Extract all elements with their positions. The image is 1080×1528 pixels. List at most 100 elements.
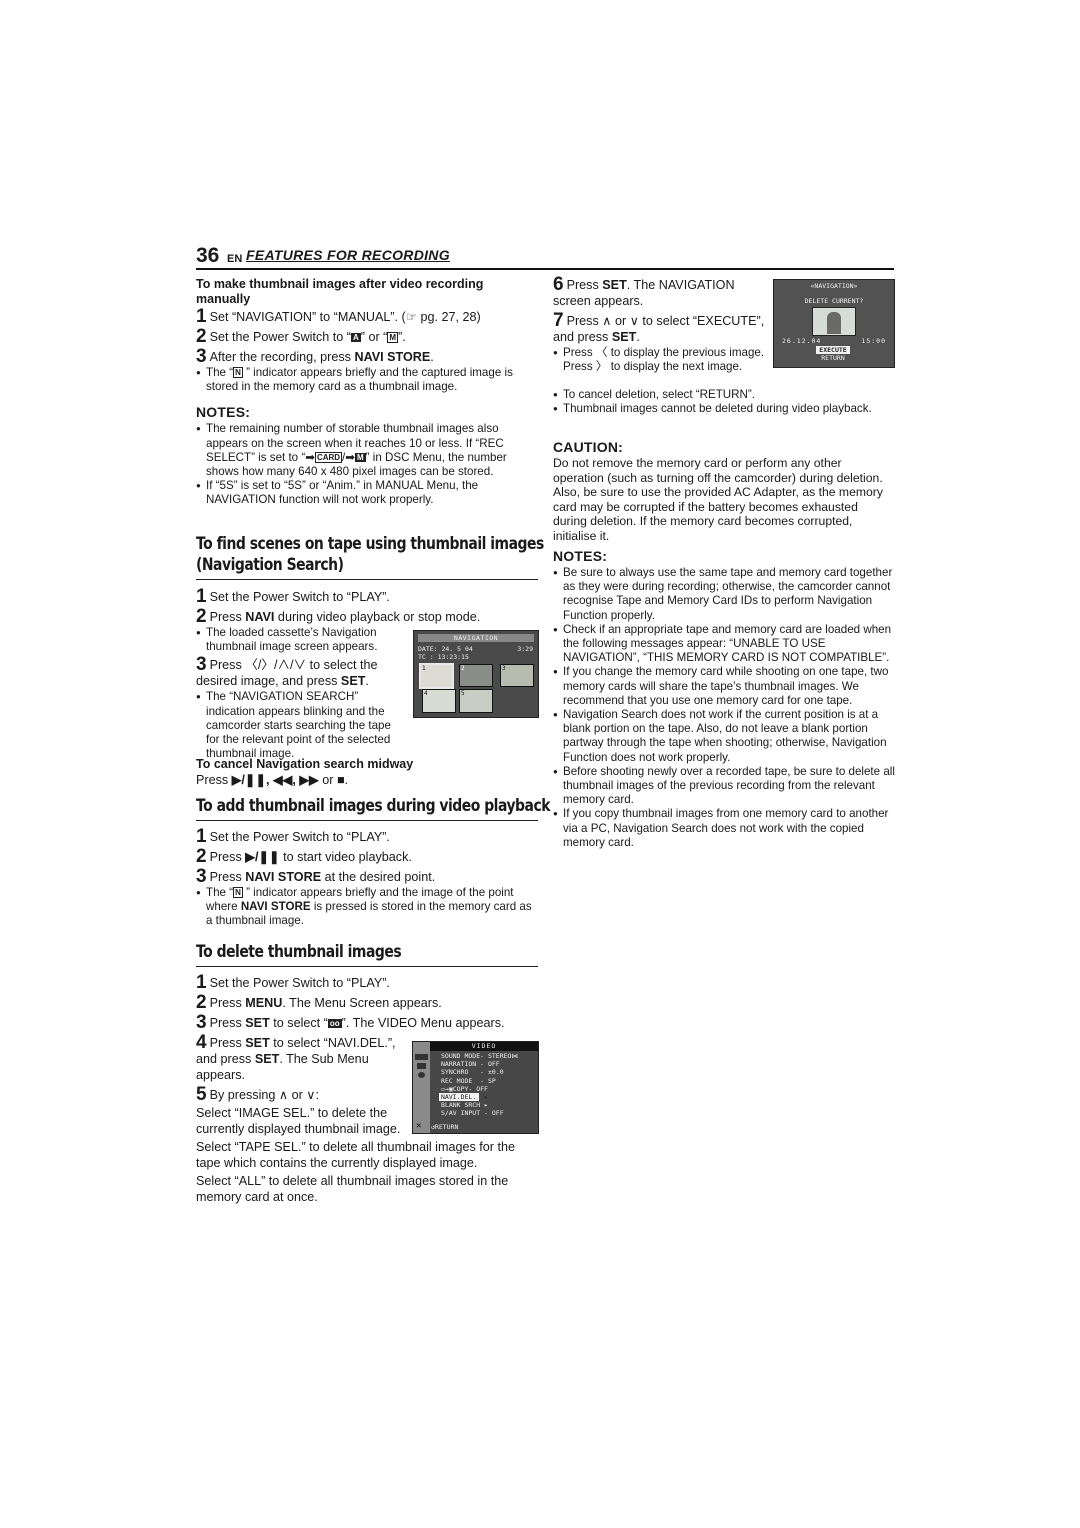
execute-option[interactable]: EXECUTE xyxy=(816,346,850,354)
note-item: Be sure to always use the same tape and … xyxy=(553,566,895,623)
step-2: 2 Press MENU. The Menu Screen appears. xyxy=(196,992,442,1013)
language-code: EN xyxy=(227,253,243,265)
step-1: 1 Set the Power Switch to “PLAY”. xyxy=(196,826,390,847)
memory-icon: M xyxy=(355,452,366,462)
note-item: Navigation Search does not work if the c… xyxy=(553,708,895,765)
menu-item[interactable]: S/AV INPUT - OFF xyxy=(441,1109,538,1117)
notes-heading: NOTES: xyxy=(196,404,251,421)
delete-thumbnail-heading: To delete thumbnail images xyxy=(196,942,402,962)
reference-hand-icon: ☞ xyxy=(405,310,418,324)
return-option[interactable]: ↺RETURN xyxy=(431,1123,458,1131)
step-3: 3 Press SET to select “oo”. The VIDEO Men… xyxy=(196,1012,505,1033)
menu-item[interactable]: ▭→▣COPY- OFF xyxy=(441,1085,538,1093)
direction-arrows-icon: 〈/〉/∧/∨ xyxy=(245,658,307,673)
step-3: 3 Press NAVI STORE at the desired point. xyxy=(196,866,436,887)
page-header: 36 EN FEATURES FOR RECORDING xyxy=(196,244,894,270)
divider xyxy=(196,966,538,967)
navi-store-icon: N xyxy=(233,887,243,898)
bullet-item: Thumbnail images cannot be deleted durin… xyxy=(553,402,895,416)
thumbnail-4[interactable]: 4 xyxy=(422,689,456,713)
tape-sel-instruction: Select “TAPE SEL.” to delete all thumbna… xyxy=(196,1140,515,1170)
menu-icon-strip xyxy=(413,1042,430,1133)
auto-mode-icon: A xyxy=(350,333,361,342)
step-2: 2 Set the Power Switch to “A” or “M”. xyxy=(196,326,406,347)
manual-mode-icon: M xyxy=(387,332,399,343)
caution-heading: CAUTION: xyxy=(553,439,624,455)
note-item: If you copy thumbnail images from one me… xyxy=(553,807,895,850)
bullet-item: The “N ” indicator appears briefly and t… xyxy=(196,366,538,394)
step-1: 1 Set the Power Switch to “PLAY”. xyxy=(196,972,390,993)
menu-list: SOUND MODE- STEREO⋈ NARRATION - OFF SYNC… xyxy=(439,1052,538,1118)
left-arrow-icon: 〈 xyxy=(595,346,608,359)
menu-item[interactable]: SYNCHRO - ±0.0 xyxy=(441,1068,538,1076)
navigation-screen-title: «NAVIGATION» xyxy=(810,282,858,290)
step-6: 6 Press SET. The NAVIGATION screen appear… xyxy=(553,274,735,308)
step-2: 2 Press ▶/❚❚ to start video playback. xyxy=(196,846,412,867)
section-title: FEATURES FOR RECORDING xyxy=(246,247,450,263)
menu-item[interactable]: BLANK SRCH ▸ xyxy=(441,1101,538,1109)
arrow-icon: ➡ xyxy=(345,450,355,464)
step-4: 4 Press SET to select “NAVI.DEL.”, and pr… xyxy=(196,1032,396,1082)
up-down-arrows-icon: ∧ or ∨ xyxy=(278,1088,316,1102)
date-readout: DATE: 24. 5 04 xyxy=(418,645,473,653)
all-instruction: Select “ALL” to delete all thumbnail ima… xyxy=(196,1174,509,1204)
menu-item[interactable]: REC MODE - SP xyxy=(441,1077,538,1085)
delete-steps-continued: 6 Press SET. The NAVIGATION screen appear… xyxy=(553,274,768,374)
delete-confirm-screen: «NAVIGATION» DELETE CURRENT? 26.12.04 15… xyxy=(773,279,895,368)
step-1: 1 Set the Power Switch to “PLAY”. xyxy=(196,586,390,607)
delete-prompt: DELETE CURRENT? xyxy=(804,297,864,305)
time-readout: 15:00 xyxy=(861,337,886,345)
step-3: 3 Press 〈/〉/∧/∨ to select the desired ima… xyxy=(196,654,378,689)
cancel-search-heading: To cancel Navigation search midway xyxy=(196,757,414,771)
play-pause-icon: ▶/❚❚ xyxy=(245,850,280,864)
menu-item[interactable]: SOUND MODE- STEREO⋈ xyxy=(441,1052,538,1060)
menu-title: VIDEO xyxy=(430,1042,538,1051)
video-menu-screen: VIDEO SOUND MODE- STEREO⋈ NARRATION - OF… xyxy=(412,1041,539,1134)
add-thumbnail-section: To add thumbnail images during video pla… xyxy=(196,796,550,929)
step-2: 2 Press NAVI during video playback or sto… xyxy=(196,606,481,627)
video-tape-icon xyxy=(415,1054,428,1060)
image-sel-instruction: Select “IMAGE SEL.” to delete the curren… xyxy=(196,1106,401,1136)
cancel-instructions: Press ▶/❚❚, ◀◀, ▶▶ or ■. xyxy=(196,773,349,787)
thumbnail-preview xyxy=(812,307,856,336)
clock-icon xyxy=(418,1072,425,1078)
caution-section: CAUTION: Do not remove the memory card o… xyxy=(553,439,895,544)
add-thumbnail-heading: To add thumbnail images during video pla… xyxy=(196,796,550,816)
thumbnail-2[interactable]: 2 xyxy=(459,664,493,687)
page-number: 36 xyxy=(196,244,220,267)
return-option[interactable]: RETURN xyxy=(816,354,850,362)
divider xyxy=(196,579,538,580)
divider xyxy=(196,820,538,821)
bullet-item: Press 〈 to display the previous image. P… xyxy=(553,346,768,374)
note-item: Check if an appropriate tape and memory … xyxy=(553,623,895,666)
note-item: If you change the memory card while shoo… xyxy=(553,665,895,708)
thumbnail-3[interactable]: 3 xyxy=(500,664,534,687)
navigation-screen-title: NAVIGATION xyxy=(418,634,534,642)
caution-text: Do not remove the memory card or perform… xyxy=(553,456,883,543)
right-arrow-icon: 〉 xyxy=(595,360,608,374)
date-readout: 26.12.04 xyxy=(782,337,822,345)
arrow-icon: ➡ xyxy=(305,450,315,464)
note-item: Before shooting newly over a recorded ta… xyxy=(553,765,895,808)
menu-item-selected[interactable]: NAVI.DEL. ▸ xyxy=(439,1092,488,1102)
navigation-screen: NAVIGATION DATE: 24. 5 04 3:29 TC : 13:2… xyxy=(413,630,539,718)
cancel-search-block: To cancel Navigation search midway Press… xyxy=(196,757,538,788)
video-tape-icon: oo xyxy=(327,1019,342,1028)
menu-item[interactable]: NARRATION - OFF xyxy=(441,1060,538,1068)
close-icon[interactable]: ✕ xyxy=(416,1121,421,1131)
note-item: The remaining number of storable thumbna… xyxy=(196,422,538,479)
bullet-item: To cancel deletion, select “RETURN”. xyxy=(553,388,895,402)
up-down-arrows-icon: ∧ or ∨ xyxy=(602,314,639,328)
timecode-readout: TC : 13:23:15 xyxy=(418,653,469,661)
thumbnail-5[interactable]: 5 xyxy=(459,689,493,713)
camera-icon xyxy=(417,1063,426,1069)
person-figure xyxy=(827,312,841,334)
notes-section: NOTES: Be sure to always use the same ta… xyxy=(553,548,895,850)
bullet-item: The loaded cassette’s Navigation thumbna… xyxy=(196,626,406,654)
tape-card-icon: CARD xyxy=(314,451,343,463)
time-readout: 3:29 xyxy=(517,645,533,653)
playback-buttons-icon: ▶/❚❚, ◀◀, ▶▶ xyxy=(231,773,319,787)
thumbnail-1[interactable]: 1 xyxy=(419,663,454,689)
notes-heading: NOTES: xyxy=(553,548,608,564)
navi-store-icon: N xyxy=(233,367,243,378)
